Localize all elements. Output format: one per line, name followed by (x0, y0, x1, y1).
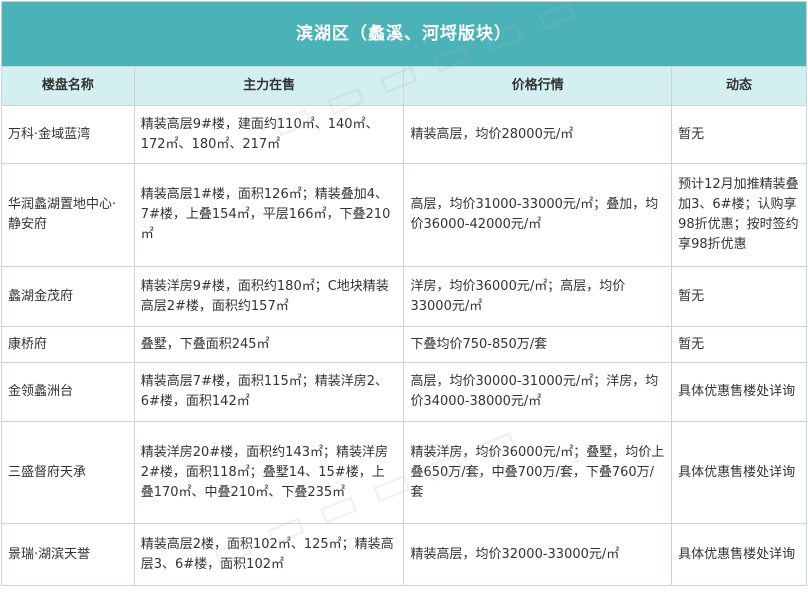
header-project-name: 楼盘名称 (1, 66, 135, 106)
header-price: 价格行情 (403, 66, 673, 106)
project-name: 金领蠡洲台 (1, 362, 135, 422)
status-info: 暂无 (671, 326, 807, 363)
table-row: 华润蠡湖置地中心·静安府 精装高层1#楼，面积126㎡；精装叠加4、7#楼，上叠… (1, 163, 807, 267)
price-info: 精装高层，均价32000-33000元/㎡ (403, 523, 673, 586)
table-row: 康桥府 叠墅，下叠面积245㎡ 下叠均价750-850万/套 暂无 (1, 326, 807, 363)
table-header-row: 楼盘名称 主力在售 价格行情 动态 (1, 66, 807, 106)
price-info: 高层，均价31000-33000元/㎡；叠加，均价36000-42000元/㎡ (403, 163, 673, 267)
price-info: 洋房，均价36000元/㎡；高层，均价33000元/㎡ (403, 266, 673, 327)
main-sale: 精装洋房20#楼，面积约143㎡；精装洋房2#楼，面积118㎡；叠墅14、15#… (133, 421, 405, 524)
price-info: 精装洋房，均价36000元/㎡；叠墅，均价上叠650万/套，中叠700万/套，下… (403, 421, 673, 524)
housing-price-table: 滨湖区（蠡溪、河埒版块） 楼盘名称 主力在售 价格行情 动态 万科·金域蓝湾 精… (1, 1, 807, 586)
price-info: 精装高层，均价28000元/㎡ (403, 105, 673, 164)
status-info: 暂无 (671, 105, 807, 164)
status-info: 具体优惠售楼处详询 (671, 362, 807, 422)
table-title-row: 滨湖区（蠡溪、河埒版块） (1, 1, 807, 67)
status-info: 具体优惠售楼处详询 (671, 523, 807, 586)
main-sale: 精装高层7#楼，面积115㎡；精装洋房2、6#楼，面积142㎡ (133, 362, 405, 422)
main-sale: 精装高层1#楼，面积126㎡；精装叠加4、7#楼，上叠154㎡，平层166㎡，下… (133, 163, 405, 267)
status-info: 预计12月加推精装叠加3、6#楼；认购享98折优惠；按时签约享98折优惠 (671, 163, 807, 267)
main-sale: 精装洋房9#楼，面积约180㎡；C地块精装高层2#楼，面积约157㎡ (133, 266, 405, 327)
status-info: 暂无 (671, 266, 807, 327)
table-title: 滨湖区（蠡溪、河埒版块） (1, 1, 807, 67)
main-sale: 精装高层2楼，面积102㎡、125㎡；精装高层3、6#楼，面积102㎡ (133, 523, 405, 586)
project-name: 景瑞·湖滨天誉 (1, 523, 135, 586)
project-name: 三盛督府天承 (1, 421, 135, 524)
table-row: 景瑞·湖滨天誉 精装高层2楼，面积102㎡、125㎡；精装高层3、6#楼，面积1… (1, 523, 807, 586)
main-sale: 精装高层9#楼，建面约110㎡、140㎡、172㎡、180㎡、217㎡ (133, 105, 405, 164)
header-status: 动态 (671, 66, 807, 106)
table-row: 金领蠡洲台 精装高层7#楼，面积115㎡；精装洋房2、6#楼，面积142㎡ 高层… (1, 362, 807, 422)
price-info: 下叠均价750-850万/套 (403, 326, 673, 363)
table-row: 蠡湖金茂府 精装洋房9#楼，面积约180㎡；C地块精装高层2#楼，面积约157㎡… (1, 266, 807, 327)
table-row: 三盛督府天承 精装洋房20#楼，面积约143㎡；精装洋房2#楼，面积118㎡；叠… (1, 421, 807, 524)
main-sale: 叠墅，下叠面积245㎡ (133, 326, 405, 363)
status-info: 具体优惠售楼处详询 (671, 421, 807, 524)
price-info: 高层，均价30000-31000元/㎡；洋房，均价34000-38000元/㎡ (403, 362, 673, 422)
table-row: 万科·金域蓝湾 精装高层9#楼，建面约110㎡、140㎡、172㎡、180㎡、2… (1, 105, 807, 164)
price-table-wrapper: 滨湖区（蠡溪、河埒版块） 楼盘名称 主力在售 价格行情 动态 万科·金域蓝湾 精… (1, 0, 807, 591)
header-main-sale: 主力在售 (133, 66, 405, 106)
project-name: 蠡湖金茂府 (1, 266, 135, 327)
project-name: 康桥府 (1, 326, 135, 363)
project-name: 华润蠡湖置地中心·静安府 (1, 163, 135, 267)
project-name: 万科·金域蓝湾 (1, 105, 135, 164)
